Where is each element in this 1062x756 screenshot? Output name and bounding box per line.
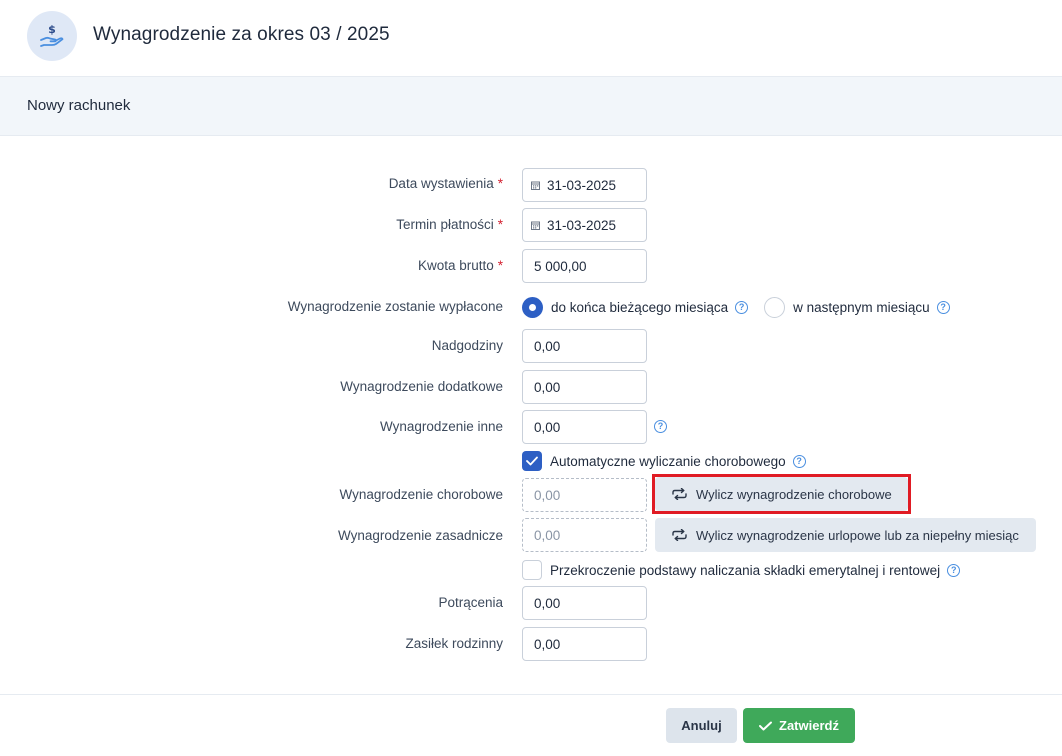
refresh-icon — [672, 529, 687, 541]
contribution-limit-label[interactable]: Przekroczenie podstawy naliczania składk… — [550, 563, 940, 578]
radio-end-of-month[interactable] — [522, 296, 543, 318]
calendar-icon — [531, 181, 540, 190]
auto-sick-pay-row: Automatyczne wyliczanie chorobowego ? — [522, 451, 806, 471]
payment-due-input[interactable]: 31-03-2025 — [522, 208, 647, 242]
required-marker: * — [497, 258, 503, 273]
payout-timing-radio-group: do końca bieżącego miesiąca ? w następny… — [522, 296, 950, 318]
overtime-input[interactable]: 0,00 — [522, 329, 647, 363]
deductions-input[interactable]: 0,00 — [522, 586, 647, 620]
other-pay-label: Wynagrodzenie inne — [380, 419, 503, 434]
confirm-button[interactable]: Zatwierdź — [743, 708, 855, 743]
auto-sick-pay-checkbox[interactable] — [522, 451, 542, 471]
sick-pay-label: Wynagrodzenie chorobowe — [339, 487, 503, 502]
gross-amount-input[interactable]: 5 000,00 — [522, 249, 647, 283]
check-icon — [759, 721, 773, 730]
cancel-button[interactable]: Anuluj — [666, 708, 737, 743]
help-icon[interactable]: ? — [654, 420, 667, 433]
contribution-limit-checkbox[interactable] — [522, 560, 542, 580]
other-pay-input[interactable]: 0,00 — [522, 410, 647, 444]
additional-pay-label: Wynagrodzenie dodatkowe — [340, 379, 503, 394]
help-icon[interactable]: ? — [735, 300, 749, 314]
family-allowance-label: Zasiłek rodzinny — [405, 636, 503, 651]
base-pay-label: Wynagrodzenie zasadnicze — [338, 528, 503, 543]
base-pay-input[interactable]: 0,00 — [522, 518, 647, 552]
contribution-limit-row: Przekroczenie podstawy naliczania składk… — [522, 560, 961, 580]
svg-text:$: $ — [48, 23, 56, 36]
issue-date-input[interactable]: 31-03-2025 — [522, 168, 647, 202]
payment-due-label: Termin płatności * — [396, 217, 503, 232]
section-title: Nowy rachunek — [27, 97, 131, 114]
help-icon[interactable]: ? — [947, 563, 961, 577]
footer-divider — [0, 694, 1062, 695]
radio-next-month-label[interactable]: w następnym miesiącu — [793, 300, 930, 315]
section-header: Nowy rachunek — [0, 76, 1062, 136]
auto-sick-pay-label[interactable]: Automatyczne wyliczanie chorobowego — [550, 454, 786, 469]
calendar-icon — [531, 221, 540, 230]
deductions-label: Potrącenia — [438, 595, 503, 610]
highlight-box — [652, 474, 911, 514]
dialog-title: Wynagrodzenie za okres 03 / 2025 — [93, 24, 390, 45]
required-marker: * — [497, 217, 503, 232]
payout-timing-label: Wynagrodzenie zostanie wypłacone — [287, 299, 503, 314]
payment-due-value: 31-03-2025 — [547, 217, 617, 233]
help-icon[interactable]: ? — [792, 454, 806, 468]
sick-pay-input[interactable]: 0,00 — [522, 478, 647, 512]
issue-date-value: 31-03-2025 — [547, 177, 617, 193]
gross-amount-label: Kwota brutto * — [417, 258, 503, 273]
overtime-label: Nadgodziny — [431, 338, 503, 353]
radio-end-of-month-label[interactable]: do końca bieżącego miesiąca — [551, 300, 728, 315]
required-marker: * — [497, 176, 503, 191]
salary-hand-dollar-icon: $ — [27, 11, 77, 61]
check-icon — [526, 456, 538, 466]
radio-next-month[interactable] — [764, 296, 786, 318]
calculate-vacation-pay-button[interactable]: Wylicz wynagrodzenie urlopowe lub za nie… — [655, 518, 1036, 552]
help-icon[interactable]: ? — [936, 300, 950, 314]
issue-date-label: Data wystawienia * — [388, 176, 503, 191]
dialog-header: $ Wynagrodzenie za okres 03 / 2025 — [0, 0, 1062, 76]
additional-pay-input[interactable]: 0,00 — [522, 370, 647, 404]
family-allowance-input[interactable]: 0,00 — [522, 627, 647, 661]
